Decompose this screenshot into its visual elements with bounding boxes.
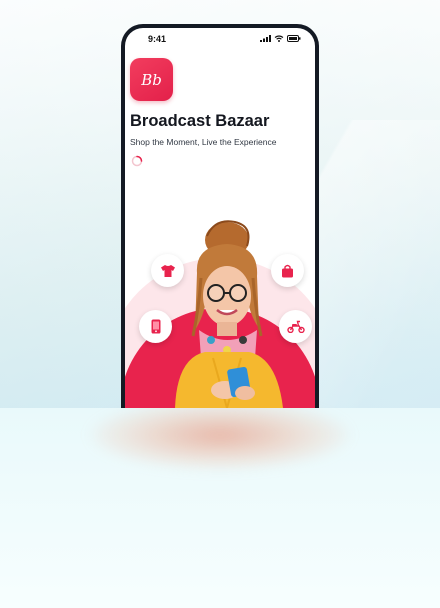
tshirt-button[interactable] [151, 254, 184, 287]
app-tagline: Shop the Moment, Live the Experience [130, 137, 277, 147]
status-bar: 9:41 [125, 28, 315, 50]
app-logo-text: Bb [141, 70, 162, 89]
smartphone-button[interactable] [139, 310, 172, 343]
status-icons [260, 35, 301, 42]
status-time: 9:41 [148, 34, 167, 44]
wifi-icon [274, 35, 284, 42]
phone-screen: 9:41 Bb Broadcast Bazaar Shop the Moment… [125, 28, 315, 408]
phone-mockup: 9:41 Bb Broadcast Bazaar Shop the Moment… [121, 24, 319, 408]
battery-icon [287, 35, 301, 42]
app-title: Broadcast Bazaar [130, 112, 270, 130]
hero-person-image [175, 220, 283, 408]
scooter-button[interactable] [279, 310, 312, 343]
signal-icon [260, 35, 271, 42]
scooter-icon [286, 320, 305, 333]
tshirt-icon [160, 264, 175, 277]
shopping-bag-button[interactable] [271, 254, 304, 287]
shopping-bag-icon [282, 264, 293, 277]
smartphone-icon [151, 319, 160, 334]
loading-spinner-icon [131, 155, 143, 167]
app-logo: Bb [130, 58, 173, 101]
phone-glow [90, 400, 350, 470]
